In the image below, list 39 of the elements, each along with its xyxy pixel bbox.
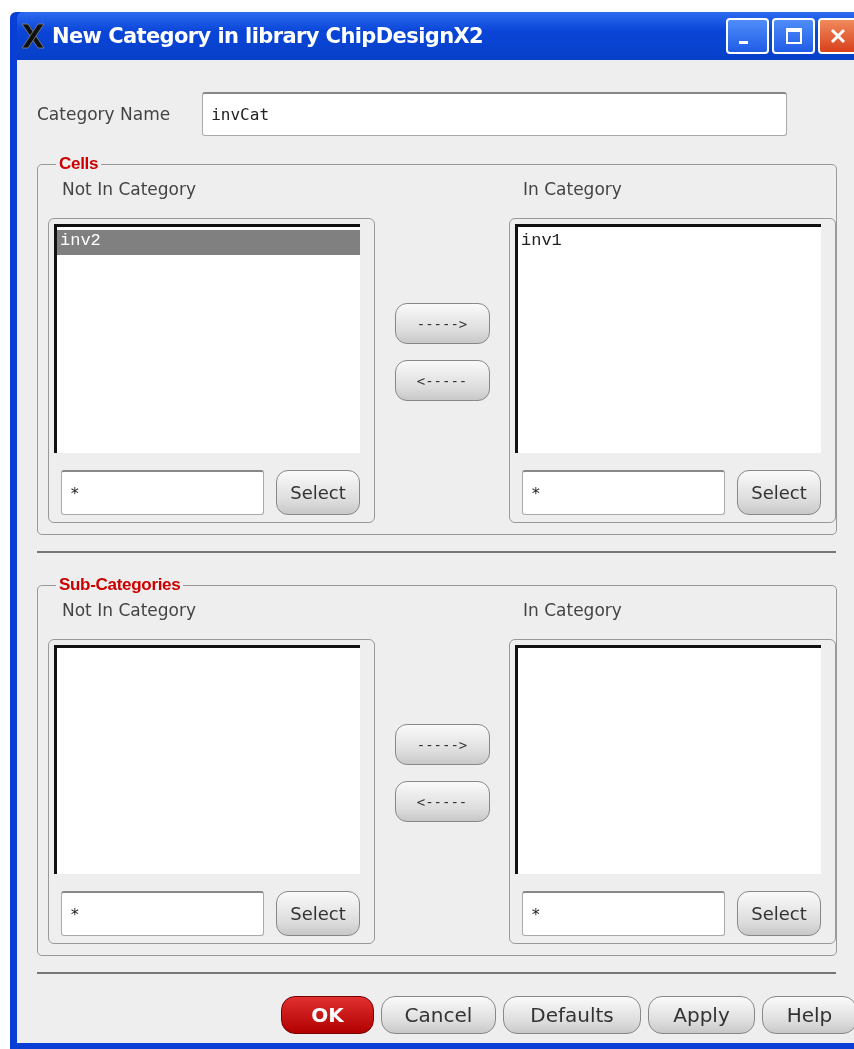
- filter-field[interactable]: *: [61, 470, 264, 515]
- close-icon: [829, 27, 847, 45]
- group-title: Cells: [58, 154, 100, 174]
- minimize-icon: [739, 40, 748, 44]
- select-button[interactable]: Select: [276, 470, 360, 515]
- field-label: Category Name: [37, 104, 171, 124]
- dialog-button[interactable]: Defaults: [503, 996, 641, 1034]
- list-box[interactable]: inv2: [54, 224, 360, 453]
- list-box[interactable]: [54, 645, 360, 874]
- category-name-field[interactable]: invCat: [202, 92, 788, 136]
- list-label: Not In Category: [61, 599, 198, 622]
- group-title: Sub-Categories: [58, 575, 182, 595]
- window-title: New Category in library ChipDesignX2: [52, 24, 484, 48]
- select-button[interactable]: Select: [737, 891, 821, 936]
- filter-field[interactable]: *: [522, 470, 725, 515]
- move-left-button[interactable]: <-----: [394, 360, 490, 401]
- dialog-button[interactable]: Apply: [648, 996, 755, 1034]
- ok-button[interactable]: OK: [281, 996, 374, 1034]
- list-item[interactable]: inv2: [57, 230, 360, 255]
- close-button[interactable]: [818, 18, 854, 54]
- list-box[interactable]: inv1: [515, 224, 821, 453]
- list-label: In Category: [522, 599, 623, 622]
- move-right-button[interactable]: ----->: [394, 724, 490, 765]
- filter-field[interactable]: *: [522, 891, 725, 936]
- move-left-button[interactable]: <-----: [394, 781, 490, 822]
- list-item[interactable]: inv1: [518, 230, 821, 255]
- maximize-icon: [784, 27, 803, 45]
- dialog-button[interactable]: Help: [762, 996, 854, 1034]
- dialog-button[interactable]: Cancel: [381, 996, 496, 1034]
- filter-field[interactable]: *: [61, 891, 264, 936]
- move-right-button[interactable]: ----->: [394, 303, 490, 344]
- maximize-button[interactable]: [772, 18, 815, 54]
- select-button[interactable]: Select: [276, 891, 360, 936]
- list-label: Not In Category: [61, 178, 198, 201]
- minimize-button[interactable]: [726, 18, 769, 54]
- x-logo-icon: [20, 23, 46, 49]
- list-label: In Category: [522, 178, 623, 201]
- list-box[interactable]: [515, 645, 821, 874]
- select-button[interactable]: Select: [737, 470, 821, 515]
